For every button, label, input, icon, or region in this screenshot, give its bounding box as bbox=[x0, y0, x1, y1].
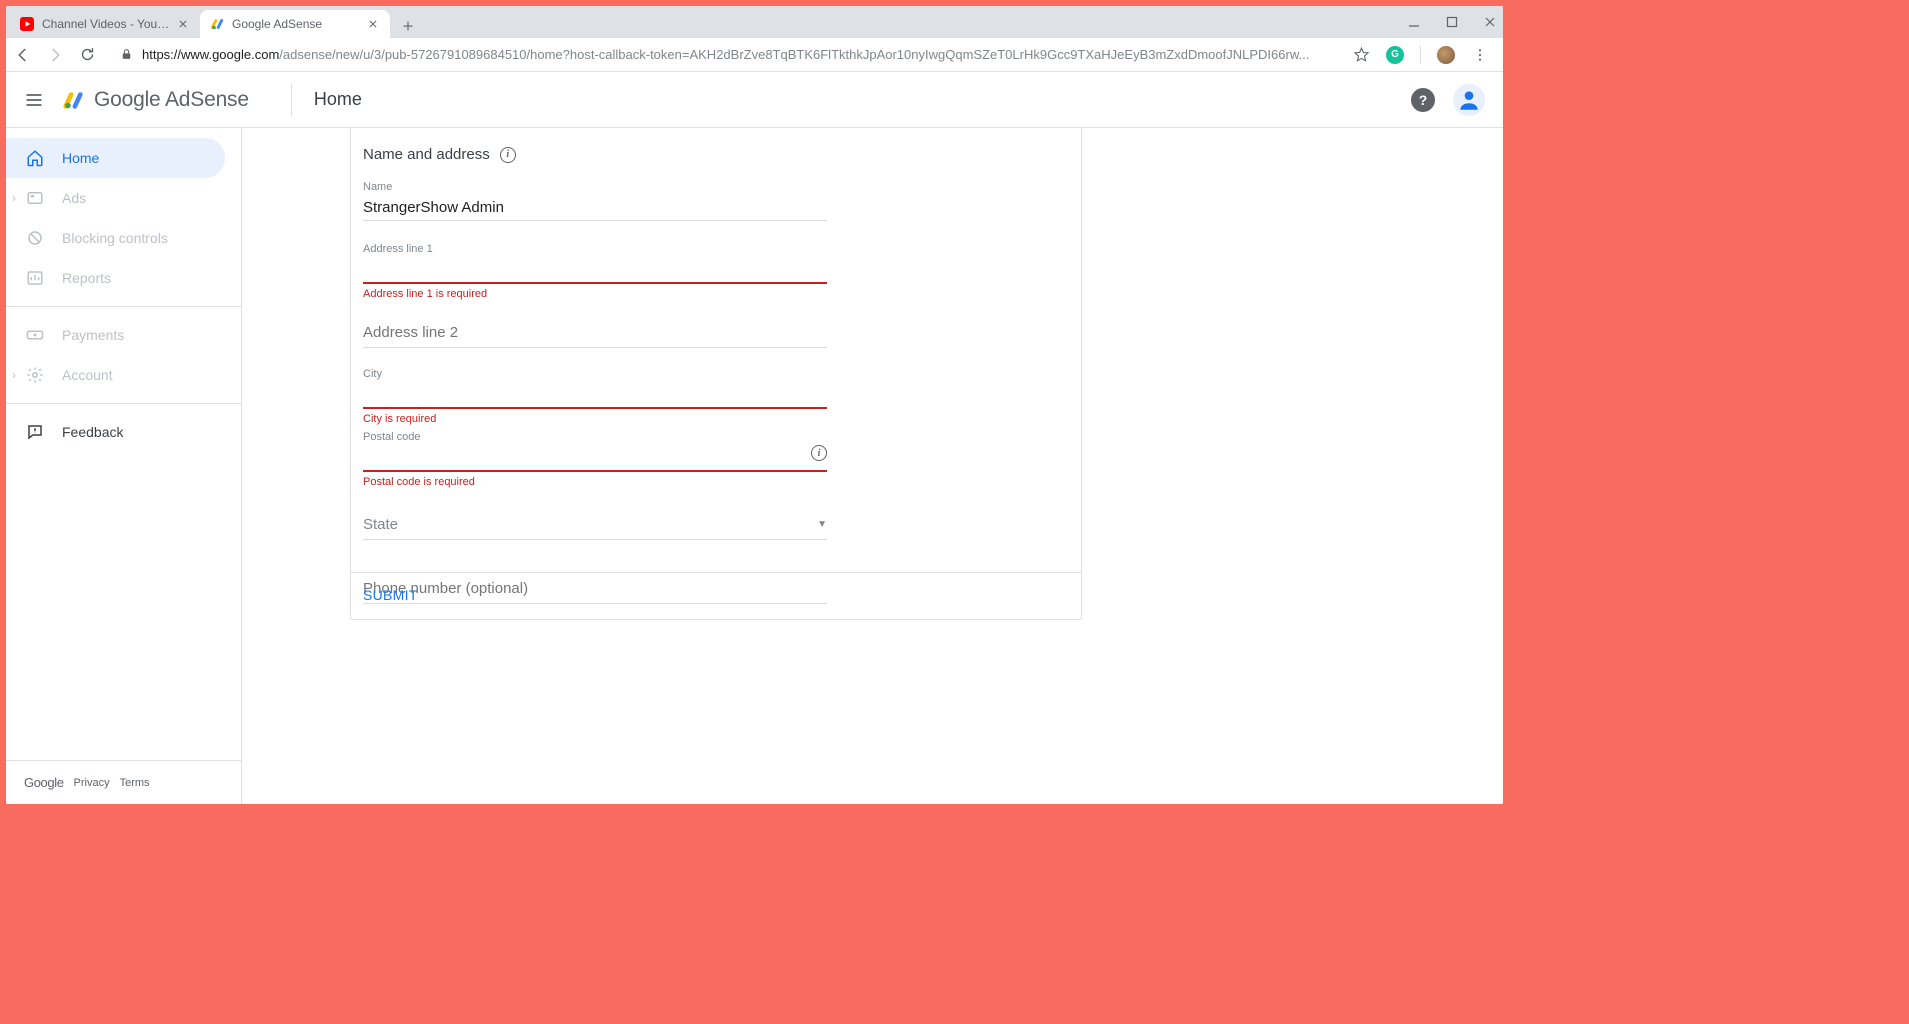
city-error: City is required bbox=[363, 413, 1069, 425]
browser-tab-strip: Channel Videos - YouTube Studio Google A… bbox=[6, 6, 1503, 38]
address-form-card: Name and address i Name Address line 1 A… bbox=[350, 128, 1082, 620]
browser-tab-youtube[interactable]: Channel Videos - YouTube Studio bbox=[10, 10, 200, 38]
sidebar-item-label: Feedback bbox=[62, 424, 123, 440]
new-tab-button[interactable] bbox=[396, 14, 420, 38]
divider bbox=[1420, 46, 1421, 64]
gear-icon bbox=[26, 366, 44, 384]
app-header: Google AdSense Home ? bbox=[6, 72, 1503, 128]
help-icon[interactable]: ? bbox=[1411, 88, 1435, 112]
nav-back-button[interactable] bbox=[14, 46, 32, 64]
profile-avatar-icon[interactable] bbox=[1437, 46, 1455, 64]
sidebar-item-label: Blocking controls bbox=[62, 230, 168, 246]
chevron-down-icon: ▼ bbox=[817, 519, 827, 530]
feedback-icon bbox=[26, 423, 44, 441]
sidebar-item-label: Reports bbox=[62, 270, 111, 286]
account-icon[interactable] bbox=[1453, 84, 1485, 116]
adsense-logo[interactable]: Google AdSense bbox=[62, 88, 249, 112]
info-icon[interactable]: i bbox=[811, 445, 827, 461]
tab-title: Channel Videos - YouTube Studio bbox=[42, 17, 172, 31]
postal-field-wrap: Postal code i Postal code is required bbox=[363, 431, 827, 488]
window-close-button[interactable] bbox=[1483, 15, 1497, 29]
nav-forward-button[interactable] bbox=[46, 46, 64, 64]
sidebar-item-ads[interactable]: Ads bbox=[6, 178, 225, 218]
addr2-field-wrap bbox=[363, 318, 1069, 348]
sidebar-item-label: Account bbox=[62, 367, 113, 383]
browser-tab-adsense[interactable]: Google AdSense bbox=[200, 10, 390, 38]
lock-icon bbox=[120, 48, 134, 62]
ads-icon bbox=[26, 189, 44, 207]
postal-error: Postal code is required bbox=[363, 476, 827, 488]
addr2-input[interactable] bbox=[363, 318, 827, 348]
submit-row: SUBMIT bbox=[351, 572, 1081, 619]
name-input[interactable] bbox=[363, 197, 827, 221]
youtube-icon bbox=[20, 17, 34, 31]
addr1-field-wrap: Address line 1 Address line 1 is require… bbox=[363, 243, 1069, 300]
bookmark-icon[interactable] bbox=[1352, 46, 1370, 64]
info-icon[interactable]: i bbox=[500, 147, 516, 163]
nav-reload-button[interactable] bbox=[78, 46, 96, 64]
url-input[interactable]: https://www.google.com/adsense/new/u/3/p… bbox=[110, 42, 1338, 68]
addr1-error: Address line 1 is required bbox=[363, 288, 1069, 300]
close-icon[interactable] bbox=[176, 17, 190, 31]
sidebar-item-blocking[interactable]: Blocking controls bbox=[6, 218, 225, 258]
terms-link[interactable]: Terms bbox=[120, 777, 150, 789]
sidebar-item-account[interactable]: Account bbox=[6, 355, 225, 395]
sidebar-item-payments[interactable]: Payments bbox=[6, 315, 225, 355]
city-input[interactable] bbox=[363, 384, 827, 409]
browser-menu-icon[interactable] bbox=[1471, 46, 1489, 64]
google-logo-text[interactable]: Google bbox=[24, 775, 64, 790]
addr1-input[interactable] bbox=[363, 259, 827, 284]
payments-icon bbox=[26, 326, 44, 344]
brand-text: Google AdSense bbox=[94, 88, 249, 112]
sidebar-item-label: Payments bbox=[62, 327, 124, 343]
section-title: Name and address i bbox=[363, 146, 1069, 163]
adsense-logo-icon bbox=[62, 89, 84, 111]
city-field-wrap: City City is required bbox=[363, 368, 1069, 425]
url-path: /adsense/new/u/3/pub-5726791089684510/ho… bbox=[279, 47, 1328, 62]
grammarly-extension-icon[interactable]: G bbox=[1386, 46, 1404, 64]
adsense-icon bbox=[210, 17, 224, 31]
sidebar-item-label: Home bbox=[62, 150, 99, 166]
name-field-wrap: Name bbox=[363, 181, 1069, 221]
address-bar: https://www.google.com/adsense/new/u/3/p… bbox=[6, 38, 1503, 72]
sidebar-item-home[interactable]: Home bbox=[6, 138, 225, 178]
postal-label: Postal code bbox=[363, 431, 827, 443]
close-icon[interactable] bbox=[366, 17, 380, 31]
divider bbox=[6, 403, 241, 404]
url-host: https://www.google.com bbox=[142, 47, 279, 62]
divider bbox=[6, 306, 241, 307]
state-field-wrap: State ▼ bbox=[363, 510, 1069, 540]
window-maximize-button[interactable] bbox=[1445, 15, 1459, 29]
addr1-label: Address line 1 bbox=[363, 243, 1069, 255]
hamburger-menu-icon[interactable] bbox=[24, 90, 44, 110]
tab-title: Google AdSense bbox=[232, 17, 362, 31]
state-placeholder: State bbox=[363, 516, 398, 533]
sidebar-item-feedback[interactable]: Feedback bbox=[6, 412, 225, 452]
sidebar: Home Ads Blocking controls Reports Payme… bbox=[6, 128, 242, 804]
reports-icon bbox=[26, 269, 44, 287]
window-minimize-button[interactable] bbox=[1407, 15, 1421, 29]
name-label: Name bbox=[363, 181, 1069, 193]
home-icon bbox=[26, 149, 44, 167]
sidebar-item-reports[interactable]: Reports bbox=[6, 258, 225, 298]
sidebar-item-label: Ads bbox=[62, 190, 86, 206]
block-icon bbox=[26, 229, 44, 247]
postal-input[interactable] bbox=[363, 447, 827, 472]
divider bbox=[291, 84, 292, 116]
privacy-link[interactable]: Privacy bbox=[74, 777, 110, 789]
page-title: Home bbox=[314, 89, 362, 110]
city-label: City bbox=[363, 368, 1069, 380]
submit-button[interactable]: SUBMIT bbox=[363, 587, 418, 603]
main-content: Name and address i Name Address line 1 A… bbox=[242, 128, 1503, 804]
state-select[interactable]: State ▼ bbox=[363, 510, 827, 540]
sidebar-footer: Google Privacy Terms bbox=[6, 760, 241, 804]
